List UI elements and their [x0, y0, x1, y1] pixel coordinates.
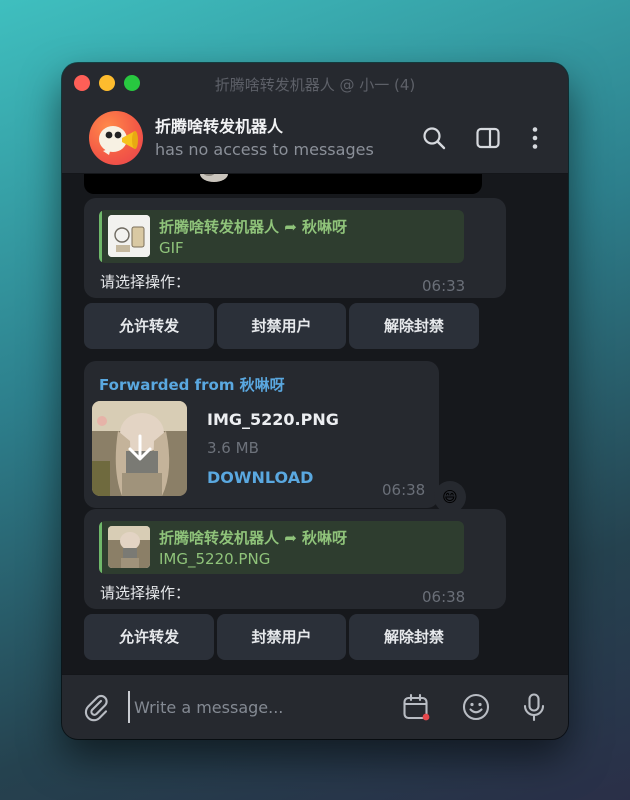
download-link[interactable]: DOWNLOAD [207, 468, 313, 487]
download-arrow-icon[interactable] [125, 433, 155, 463]
unban-button[interactable]: 解除封禁 [349, 303, 479, 349]
reply-preview[interactable]: 折腾啥转发机器人 ➦ 秋啉呀 GIF [99, 210, 464, 263]
title-bar: 折腾啥转发机器人 @ 小一 (4) [62, 63, 568, 104]
reply-sender: 折腾啥转发机器人 ➦ 秋啉呀 [159, 529, 348, 547]
file-size: 3.6 MB [207, 439, 259, 457]
ban-user-button[interactable]: 封禁用户 [217, 614, 346, 660]
window-title: 折腾啥转发机器人 @ 小一 (4) [214, 76, 416, 94]
bot-message[interactable]: 折腾啥转发机器人 ➦ 秋啉呀 GIF 请选择操作： 06:33 [84, 198, 506, 298]
reply-text: GIF [159, 239, 184, 257]
file-thumbnail[interactable] [92, 401, 187, 496]
file-name: IMG_5220.PNG [207, 410, 339, 429]
bot-message[interactable]: 折腾啥转发机器人 ➦ 秋啉呀 IMG_5220.PNG 请选择操作： 06:38 [84, 509, 506, 609]
telegram-window: 折腾啥转发机器人 @ 小一 (4) 折腾啥转发机器人 has no access… [62, 63, 568, 739]
message-list[interactable]: 折腾啥转发机器人 ➦ 秋啉呀 GIF 请选择操作： 06:33 允许转发 封禁用… [62, 174, 568, 674]
forwarded-file-message[interactable]: Forwarded from 秋啉呀 IMG_5220.PNG 3.6 MB D… [84, 361, 439, 508]
message-time: 06:33 [422, 277, 466, 295]
allow-forward-button[interactable]: 允许转发 [84, 303, 214, 349]
reply-preview[interactable]: 折腾啥转发机器人 ➦ 秋啉呀 IMG_5220.PNG [99, 521, 464, 574]
attach-icon[interactable] [81, 692, 111, 722]
message-text: 请选择操作： [100, 584, 191, 602]
more-vertical-icon[interactable] [522, 125, 548, 151]
previous-media-message[interactable] [84, 174, 482, 194]
reply-thumbnail [108, 215, 150, 257]
forwarded-from-label[interactable]: Forwarded from 秋啉呀 [99, 374, 285, 395]
sidebar-toggle-icon[interactable] [475, 125, 501, 151]
unban-button[interactable]: 解除封禁 [349, 614, 479, 660]
microphone-icon[interactable] [519, 692, 549, 722]
reply-sender: 折腾啥转发机器人 ➦ 秋啉呀 [159, 218, 348, 236]
chat-header: 折腾啥转发机器人 has no access to messages [62, 103, 568, 174]
media-preview [200, 174, 228, 182]
reply-bar [99, 210, 102, 263]
search-icon[interactable] [421, 125, 447, 151]
ban-user-button[interactable]: 封禁用户 [217, 303, 346, 349]
reply-bar [99, 521, 102, 574]
reply-text: IMG_5220.PNG [159, 550, 271, 568]
sticker-thumbnail-icon [108, 215, 150, 257]
message-composer [62, 674, 568, 739]
message-time: 06:38 [422, 588, 466, 606]
bot-avatar-icon [99, 126, 138, 155]
emoji-icon[interactable] [461, 692, 491, 722]
chat-avatar[interactable] [89, 111, 143, 165]
allow-forward-button[interactable]: 允许转发 [84, 614, 214, 660]
chat-title[interactable]: 折腾啥转发机器人 [155, 113, 283, 137]
chat-status: has no access to messages [155, 140, 374, 159]
reply-thumbnail [108, 526, 150, 568]
message-time: 06:38 [382, 481, 426, 499]
message-text: 请选择操作： [100, 273, 191, 291]
image-thumbnail-icon [108, 526, 150, 568]
message-input[interactable] [128, 691, 394, 723]
schedule-icon[interactable] [401, 692, 431, 722]
